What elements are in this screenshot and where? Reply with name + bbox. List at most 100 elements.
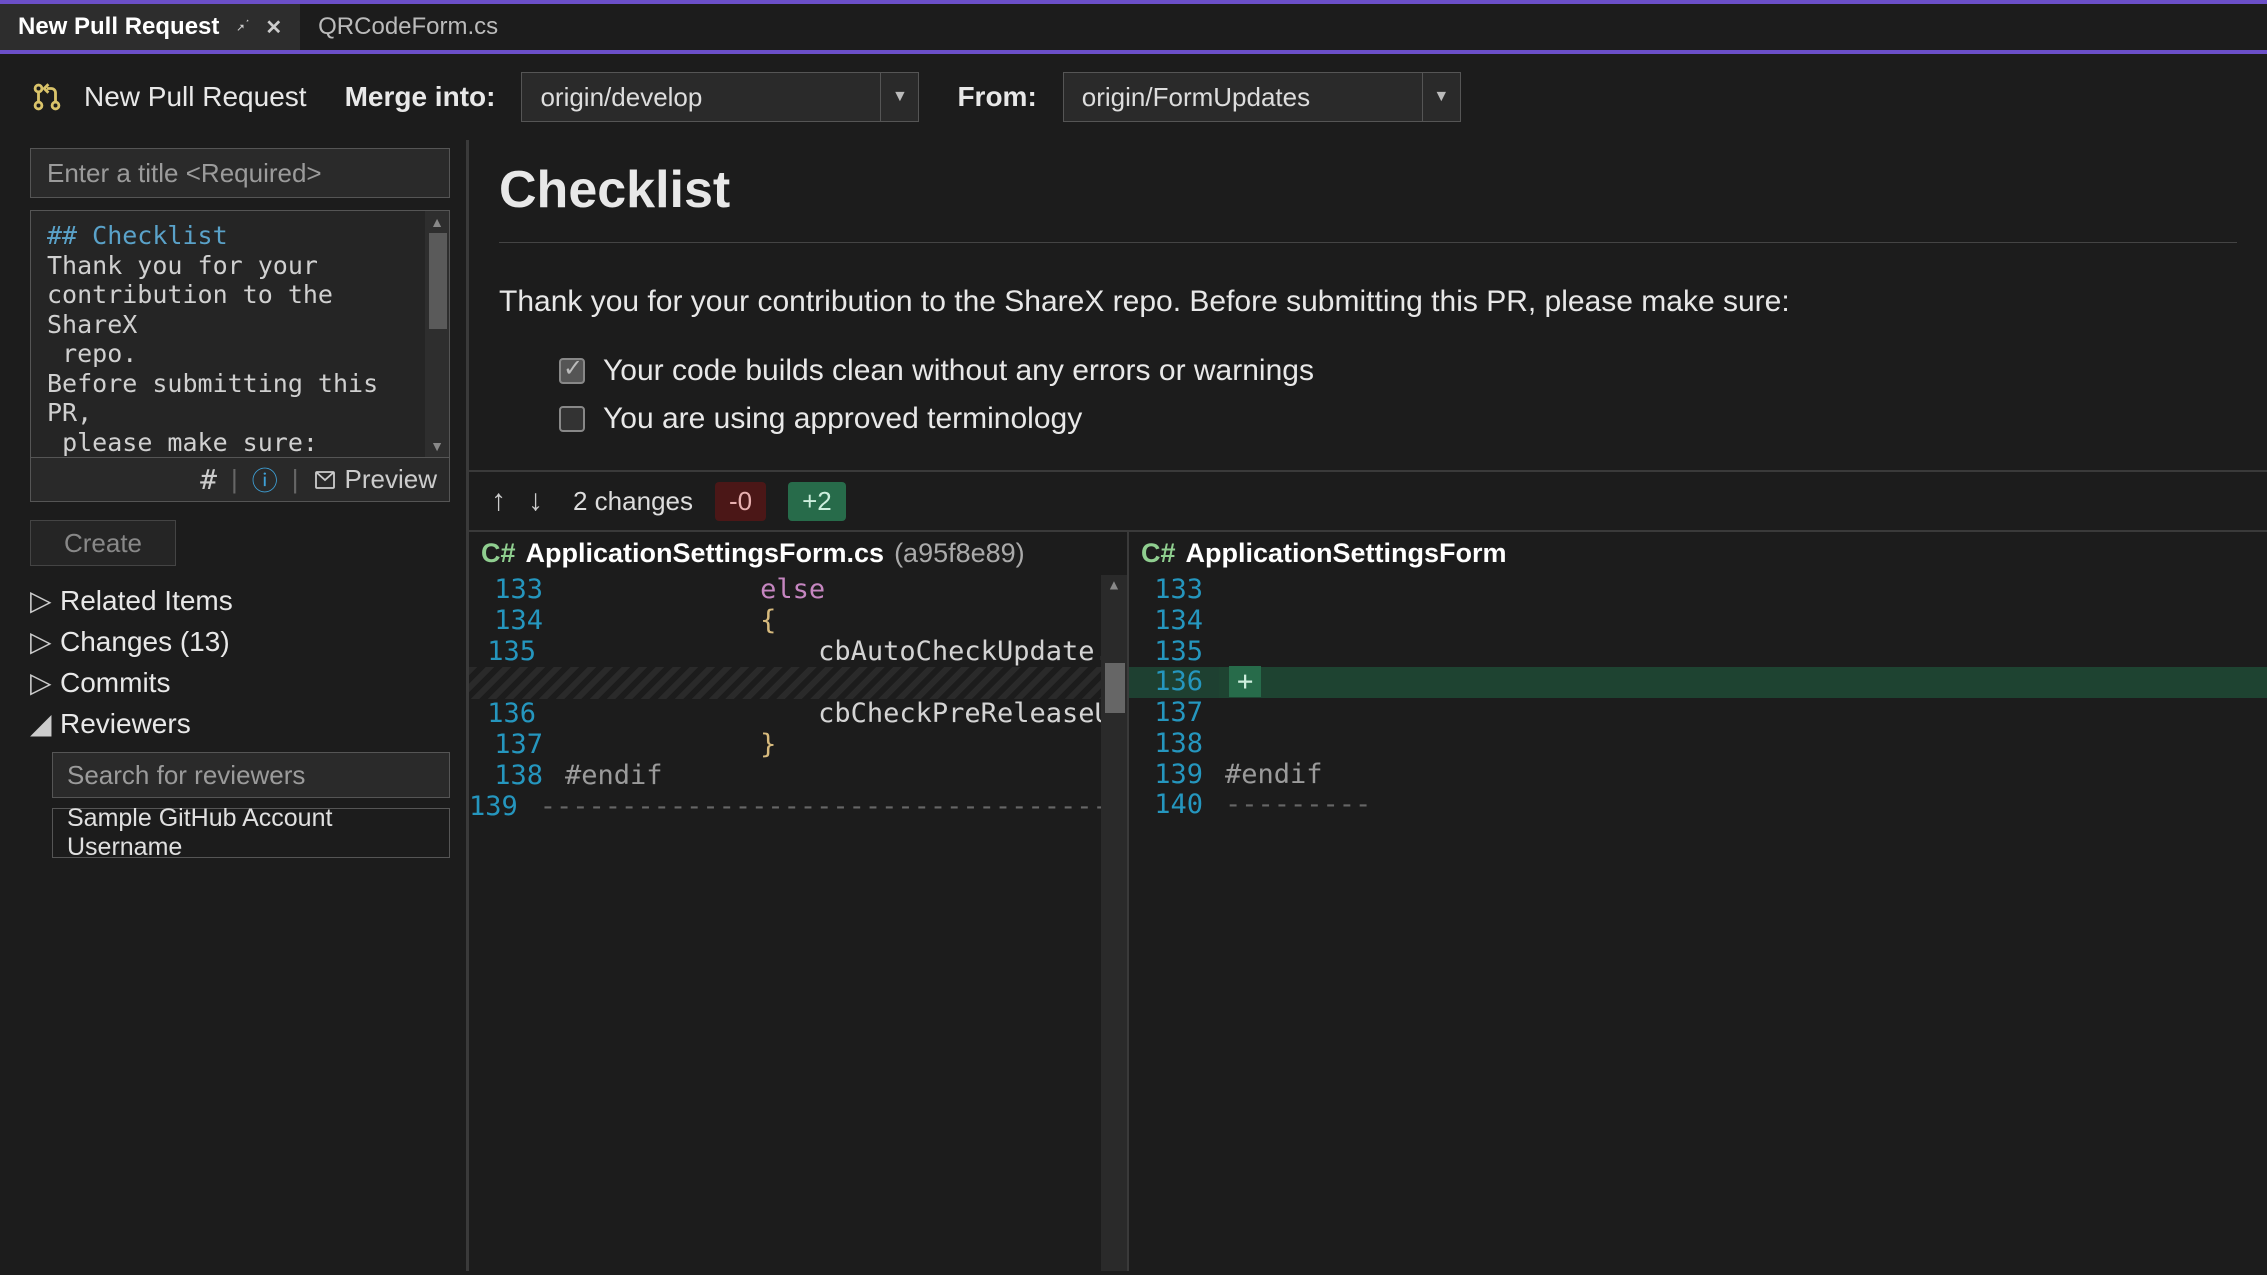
pr-sidebar-tree: ▷ Related Items ▷ Changes (13) ▷ Commits… (30, 580, 454, 858)
from-label: From: (957, 81, 1036, 113)
tree-commits[interactable]: ▷ Commits (30, 662, 454, 703)
caret-right-icon: ▷ (30, 625, 50, 658)
caret-right-icon: ▷ (30, 666, 50, 699)
preview-toggle[interactable]: Preview (313, 464, 437, 495)
scroll-thumb[interactable] (1105, 663, 1125, 713)
checklist-text: You are using approved terminology (603, 402, 1082, 436)
reviewer-item[interactable]: Sample GitHub Account Username (52, 808, 450, 858)
line-number: 135 (469, 637, 552, 668)
line-number: 133 (469, 575, 559, 606)
pr-toolbar: New Pull Request Merge into: origin/deve… (0, 54, 2267, 140)
scroll-thumb[interactable] (429, 233, 447, 329)
tab-label: New Pull Request (18, 13, 219, 41)
diff-code-left[interactable]: 133 else134 {135 cbAutoCheckUpdate.C136 … (469, 575, 1127, 1271)
checklist-text: Your code builds clean without any error… (603, 354, 1314, 388)
line-number: 133 (1129, 575, 1219, 606)
scrollbar[interactable]: ▲ (1101, 575, 1127, 1271)
code-text: + (1219, 667, 2267, 698)
deletions-badge: -0 (715, 482, 766, 521)
pr-description-textarea[interactable]: ## Checklist Thank you for your contribu… (30, 210, 450, 458)
create-button[interactable]: Create (30, 520, 176, 566)
tree-label: Commits (60, 667, 170, 699)
from-dropdown[interactable]: origin/FormUpdates ▼ (1063, 72, 1461, 122)
code-line: 136+ (1129, 667, 2267, 698)
code-line: 139-------------------------------------… (469, 792, 1127, 823)
diff-commit-hash: (a95f8e89) (894, 538, 1025, 569)
from-value: origin/FormUpdates (1082, 82, 1310, 113)
pr-title-input[interactable]: Enter a title <Required> (30, 148, 450, 198)
checklist-item: You are using approved terminology (559, 402, 2237, 436)
tree-label: Reviewers (60, 708, 191, 740)
language-badge: C# (481, 538, 516, 569)
code-line: 133 (1129, 575, 2267, 606)
scroll-up-icon[interactable]: ▲ (430, 211, 444, 233)
checkbox-checked-icon[interactable] (559, 358, 585, 384)
reviewer-name: Sample GitHub Account Username (67, 804, 435, 862)
caret-right-icon: ▷ (30, 584, 50, 617)
code-text: #endif (1219, 760, 2267, 791)
pr-description-text: ## Checklist Thank you for your contribu… (31, 211, 449, 458)
divider (499, 242, 2237, 243)
diff-left-column: C# ApplicationSettingsForm.cs (a95f8e89)… (469, 532, 1129, 1271)
merge-into-value: origin/develop (540, 82, 702, 113)
diff-file-name: ApplicationSettingsForm.cs (526, 538, 885, 569)
pull-request-icon (30, 80, 64, 114)
scrollbar[interactable]: ▲ ▼ (425, 211, 449, 457)
right-panel: Checklist Thank you for your contributio… (466, 140, 2267, 1271)
code-line: 135 (1129, 637, 2267, 668)
changes-count: 2 changes (573, 486, 693, 517)
close-icon[interactable]: ✕ (265, 15, 282, 40)
preview-label: Preview (345, 464, 437, 495)
diff-gap (469, 667, 1127, 699)
code-text (1219, 698, 2267, 729)
line-number: 136 (1129, 667, 1219, 698)
diff-toolbar: ↑ ↓ 2 changes -0 +2 (469, 470, 2267, 530)
prev-change-icon[interactable]: ↑ (491, 484, 506, 518)
diff-panes: C# ApplicationSettingsForm.cs (a95f8e89)… (469, 530, 2267, 1271)
merge-into-dropdown[interactable]: origin/develop ▼ (521, 72, 919, 122)
pr-form-panel: Enter a title <Required> ## Checklist Th… (0, 140, 466, 1271)
code-line: 138#endif (469, 761, 1127, 792)
code-text: else (559, 575, 1127, 606)
code-line: 138 (1129, 729, 2267, 760)
tree-changes[interactable]: ▷ Changes (13) (30, 621, 454, 662)
line-number: 138 (469, 761, 559, 792)
toolbar-title: New Pull Request (84, 81, 307, 113)
preview-heading: Checklist (499, 160, 2237, 220)
diff-code-right[interactable]: 133134135136+137138139#endif140--------- (1129, 575, 2267, 1271)
tree-related-items[interactable]: ▷ Related Items (30, 580, 454, 621)
line-number: 134 (1129, 606, 1219, 637)
pin-icon[interactable] (233, 15, 251, 39)
scroll-down-icon[interactable]: ▼ (430, 435, 444, 457)
code-line: 135 cbAutoCheckUpdate.C (469, 637, 1127, 668)
code-text (1219, 606, 2267, 637)
code-line: 134 { (469, 606, 1127, 637)
tab-new-pull-request[interactable]: New Pull Request ✕ (0, 4, 300, 50)
preview-paragraph: Thank you for your contribution to the S… (499, 279, 2237, 324)
code-text (1219, 575, 2267, 606)
reviewers-search-input[interactable]: Search for reviewers (52, 752, 450, 798)
diff-right-column: C# ApplicationSettingsForm 133134135136+… (1129, 532, 2267, 1271)
line-number: 137 (469, 730, 559, 761)
separator: | (231, 464, 238, 495)
tab-qrcodeform[interactable]: QRCodeForm.cs (300, 4, 516, 50)
tree-label: Related Items (60, 585, 233, 617)
next-change-icon[interactable]: ↓ (528, 484, 543, 518)
pr-title-placeholder: Enter a title <Required> (47, 158, 322, 189)
scroll-up-icon[interactable]: ▲ (1110, 575, 1118, 597)
tab-bar: New Pull Request ✕ QRCodeForm.cs (0, 0, 2267, 50)
tab-label: QRCodeForm.cs (318, 13, 498, 41)
tree-reviewers[interactable]: ◢ Reviewers (30, 703, 454, 744)
info-icon[interactable]: ⓘ (252, 461, 278, 498)
checkbox-icon[interactable] (559, 406, 585, 432)
code-line: 137 (1129, 698, 2267, 729)
merge-into-label: Merge into: (345, 81, 496, 113)
description-footer: # | ⓘ | Preview (30, 458, 450, 502)
code-line: 134 (1129, 606, 2267, 637)
code-text: } (559, 730, 1127, 761)
preview-icon (313, 468, 337, 492)
diff-file-name: ApplicationSettingsForm (1186, 538, 1507, 569)
markdown-hash-icon[interactable]: # (200, 463, 217, 496)
code-text: --------- (1219, 790, 2267, 821)
diff-file-header: C# ApplicationSettingsForm (1129, 532, 2267, 575)
